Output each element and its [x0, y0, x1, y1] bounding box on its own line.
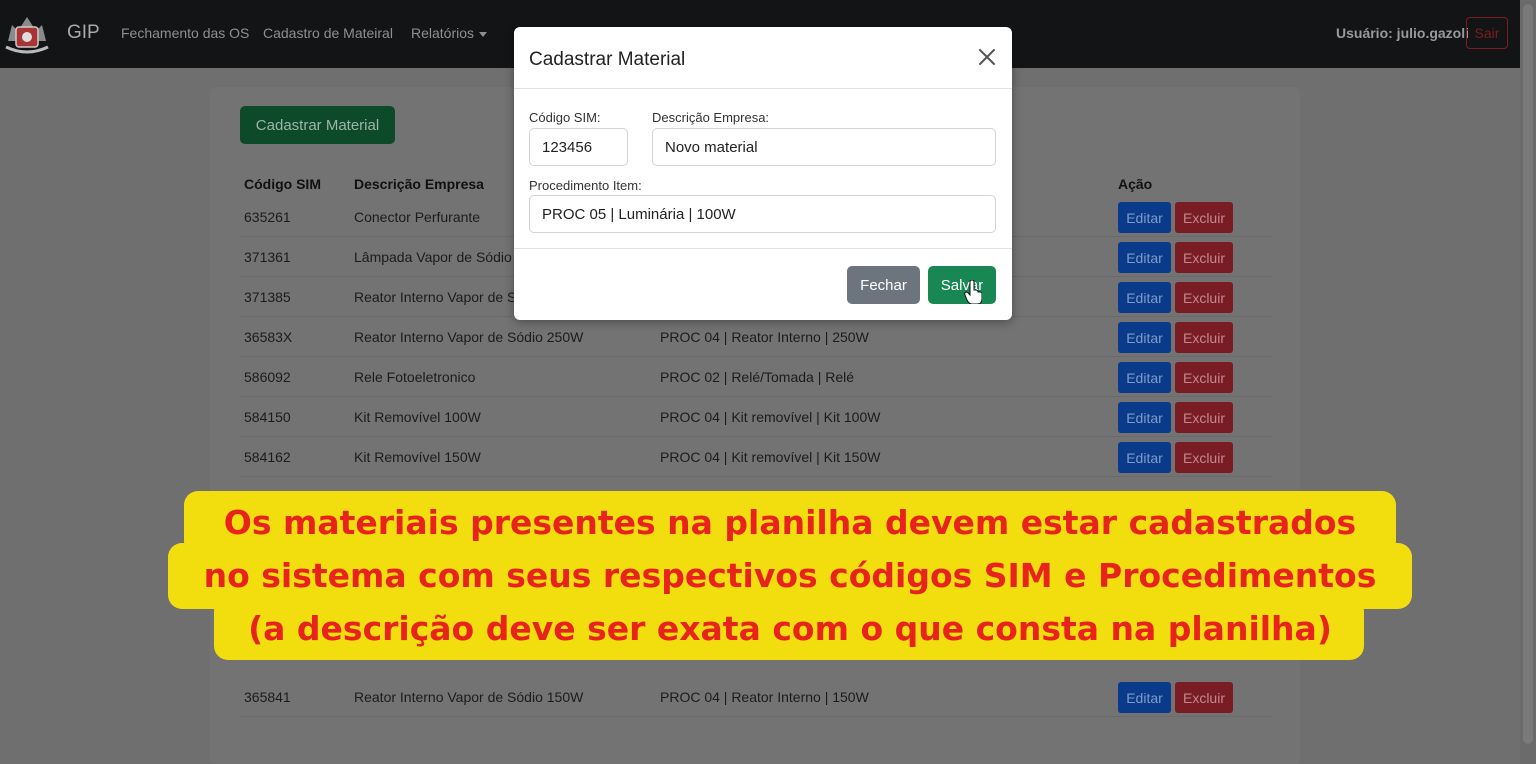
- row-description: Kit Removível 100W: [354, 409, 481, 425]
- procedure-item-label: Procedimento Item:: [529, 178, 642, 193]
- row-procedure: PROC 02 | Relé/Tomada | Relé: [660, 369, 855, 385]
- column-header-action: Ação: [1118, 176, 1153, 192]
- row-description: Reator Interno Vapor de S: [354, 289, 517, 305]
- modal-title: Cadastrar Material: [529, 49, 686, 70]
- delete-button[interactable]: Excluir: [1175, 682, 1233, 713]
- row-code-sim: 36583X: [244, 329, 293, 345]
- add-material-button[interactable]: Cadastrar Material: [240, 106, 395, 144]
- procedure-item-select[interactable]: [529, 195, 996, 233]
- column-header-code: Código SIM: [244, 176, 321, 192]
- row-description: Lâmpada Vapor de Sódio: [354, 249, 512, 265]
- row-code-sim: 586092: [244, 369, 291, 385]
- brand-link[interactable]: GIP: [67, 22, 100, 44]
- modal-footer-divider: [514, 248, 1012, 249]
- edit-button[interactable]: Editar: [1118, 282, 1171, 313]
- nav-fechamento-os[interactable]: Fechamento das OS: [121, 25, 249, 41]
- edit-button[interactable]: Editar: [1118, 202, 1171, 233]
- row-procedure: PROC 04 | Reator Interno | 150W: [660, 689, 869, 705]
- register-material-modal: Cadastrar Material Código SIM: Descrição…: [514, 27, 1012, 320]
- row-description: Reator Interno Vapor de Sódio 150W: [354, 689, 584, 705]
- city-crest-logo[interactable]: [4, 11, 50, 55]
- delete-button[interactable]: Excluir: [1175, 442, 1233, 473]
- chevron-down-icon: [479, 31, 488, 37]
- user-label: Usuário: julio.gazoli: [1336, 25, 1470, 41]
- row-description: Reator Interno Vapor de Sódio 250W: [354, 329, 584, 345]
- page-scrollbar[interactable]: [1520, 0, 1536, 764]
- row-procedure: PROC 04 | Kit removível | Kit 150W: [660, 449, 881, 465]
- row-code-sim: 371361: [244, 249, 291, 265]
- row-description: Conector Perfurante: [354, 209, 481, 225]
- row-code-sim: 584162: [244, 449, 291, 465]
- hand-cursor-icon: [964, 280, 982, 304]
- table-row: 584150 Kit Removível 100W PROC 04 | Kit re…: [240, 397, 1272, 437]
- company-description-label: Descrição Empresa:: [652, 110, 770, 125]
- company-description-input[interactable]: [652, 128, 996, 166]
- caption-line-1: Os materiais presentes na planilha devem…: [223, 503, 1357, 542]
- edit-button[interactable]: Editar: [1118, 402, 1171, 433]
- caption-line-3: (a descrição deve ser exata com o que co…: [248, 609, 1332, 648]
- row-procedure: PROC 04 | Kit removível | Kit 100W: [660, 409, 881, 425]
- delete-button[interactable]: Excluir: [1175, 362, 1233, 393]
- modal-header-divider: [514, 88, 1012, 89]
- scrollbar-thumb[interactable]: [1523, 4, 1533, 744]
- row-code-sim: 371385: [244, 289, 291, 305]
- delete-button[interactable]: Excluir: [1175, 402, 1233, 433]
- row-procedure: PROC 04 | Reator Interno | 250W: [660, 329, 869, 345]
- column-header-description: Descrição Empresa: [354, 176, 484, 192]
- delete-button[interactable]: Excluir: [1175, 322, 1233, 353]
- table-row: 36583X Reator Interno Vapor de Sódio 250W…: [240, 317, 1272, 357]
- delete-button[interactable]: Excluir: [1175, 202, 1233, 233]
- row-code-sim: 584150: [244, 409, 291, 425]
- delete-button[interactable]: Excluir: [1175, 282, 1233, 313]
- close-button[interactable]: Fechar: [847, 266, 920, 304]
- save-button[interactable]: Salvar: [928, 266, 996, 304]
- edit-button[interactable]: Editar: [1118, 442, 1171, 473]
- row-code-sim: 635261: [244, 209, 291, 225]
- table-row: 584162 Kit Removível 150W PROC 04 | Kit re…: [240, 437, 1272, 477]
- table-row: 365841 Reator Interno Vapor de Sódio 150W…: [240, 677, 1272, 717]
- nav-relatorios-label: Relatórios: [411, 25, 475, 41]
- logout-button[interactable]: Sair: [1466, 17, 1508, 49]
- caption-line-2: no sistema com seus respectivos códigos …: [203, 556, 1377, 595]
- edit-button[interactable]: Editar: [1118, 322, 1171, 353]
- edit-button[interactable]: Editar: [1118, 362, 1171, 393]
- code-sim-input[interactable]: [529, 128, 628, 166]
- nav-cadastro-material[interactable]: Cadastro de Mateiral: [263, 25, 393, 41]
- delete-button[interactable]: Excluir: [1175, 242, 1233, 273]
- row-code-sim: 365841: [244, 689, 291, 705]
- row-description: Kit Removível 150W: [354, 449, 481, 465]
- edit-button[interactable]: Editar: [1118, 682, 1171, 713]
- row-description: Rele Fotoeletronico: [354, 369, 476, 385]
- nav-relatorios-dropdown[interactable]: Relatórios: [411, 25, 488, 41]
- code-sim-label: Código SIM:: [529, 110, 601, 125]
- edit-button[interactable]: Editar: [1118, 242, 1171, 273]
- table-row: 586092 Rele Fotoeletronico PROC 02 | Relé/…: [240, 357, 1272, 397]
- close-icon[interactable]: [976, 46, 998, 68]
